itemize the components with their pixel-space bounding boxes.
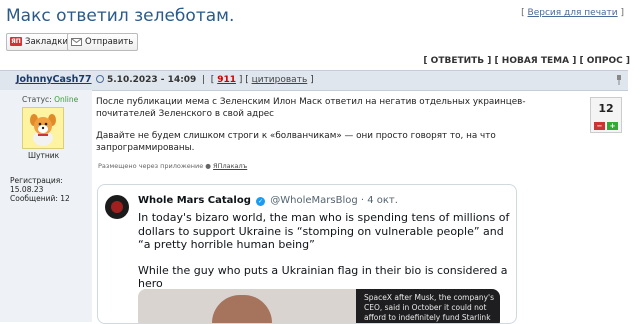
tweet-embed[interactable]: Whole Mars Catalog ✓ @WholeMarsBlog · 4 … <box>97 184 517 324</box>
user-info: Регистрация: 15.08.23 Сообщений: 12 <box>10 176 92 203</box>
tweet-author-name[interactable]: Whole Mars Catalog <box>138 195 251 206</box>
new-topic-link[interactable]: НОВАЯ ТЕМА <box>502 56 569 66</box>
tweet-avatar-logo <box>111 201 123 213</box>
registration-date: Регистрация: 15.08.23 <box>10 176 63 194</box>
tweet-header: Whole Mars Catalog ✓ @WholeMarsBlog · 4 … <box>138 195 398 206</box>
message-count: Сообщений: 12 <box>10 194 70 203</box>
page-title: Макс ответил зелеботам. <box>6 6 235 26</box>
share-icon[interactable] <box>96 75 104 83</box>
title-bar: Макс ответил зелеботам. [ Версия для печ… <box>0 0 640 32</box>
mail-icon <box>71 37 82 46</box>
tweet-media[interactable]: SpaceX after Musk, the company's CEO, sa… <box>138 289 500 323</box>
rating-value: 12 <box>598 102 614 115</box>
send-label: Отправить <box>85 37 134 47</box>
verified-icon: ✓ <box>256 197 266 206</box>
post-number[interactable]: 911 <box>217 75 236 85</box>
bookmarks-button[interactable]: ЯП Закладки <box>6 33 73 51</box>
post-paragraph: После публикации мема с Зеленским Илон М… <box>96 97 526 119</box>
post-author[interactable]: JohnnyCash77 <box>16 74 92 85</box>
vote-plus-button[interactable]: + <box>607 122 618 130</box>
dog-avatar-icon <box>30 114 56 146</box>
poll-link[interactable]: ОПРОС <box>587 56 623 66</box>
reply-link[interactable]: ОТВЕТИТЬ <box>431 56 484 66</box>
user-sidebar: Статус: Online Шутник Регистрация: 15.08… <box>0 90 92 322</box>
bookmarks-label: Закладки <box>25 37 68 47</box>
tweet-media-text: SpaceX after Musk, the company's CEO, sa… <box>364 293 494 322</box>
user-status: Статус: Online <box>22 95 78 104</box>
pin-icon <box>617 75 621 85</box>
tweet-media-photo <box>212 295 272 323</box>
print-version: [ Версия для печати ] <box>521 8 624 18</box>
send-button[interactable]: Отправить <box>67 33 139 51</box>
tweet-handle[interactable]: @WholeMarsBlog · 4 окт. <box>270 195 398 206</box>
yaplakal-icon: ЯП <box>10 37 22 46</box>
app-link[interactable]: ЯПлакалъ <box>213 162 247 170</box>
topic-actions: [ ОТВЕТИТЬ ] [ НОВАЯ ТЕМА ] [ ОПРОС ] <box>423 56 630 66</box>
avatar[interactable] <box>22 107 64 149</box>
user-rank: Шутник <box>28 151 60 160</box>
rating-box: 12 − + <box>590 97 622 133</box>
tweet-paragraph: In today's bizaro world, the man who is … <box>138 211 510 251</box>
print-version-link[interactable]: Версия для печати <box>528 8 618 18</box>
post-date: 5.10.2023 - 14:09 <box>107 75 197 85</box>
posted-via-label: Размещено через приложение <box>98 162 204 170</box>
posted-via: Размещено через приложение ● ЯПлакалъ <box>98 162 248 170</box>
post-paragraph: Давайте не будем слишком строги к «болва… <box>96 131 496 153</box>
tweet-paragraph: While the guy who puts a Ukrainian flag … <box>138 263 508 291</box>
quote-link[interactable]: цитировать <box>252 75 308 85</box>
status-online: Online <box>54 95 79 104</box>
post-header: JohnnyCash77 5.10.2023 - 14:09 | [ 911 ]… <box>0 70 628 91</box>
vote-minus-button[interactable]: − <box>594 122 605 130</box>
tweet-avatar[interactable] <box>105 195 129 219</box>
status-label: Статус: <box>22 95 52 104</box>
post-body: После публикации мема с Зеленским Илон М… <box>96 96 576 164</box>
post-meta: 5.10.2023 - 14:09 | [ 911 ] [ цитировать… <box>96 75 314 85</box>
